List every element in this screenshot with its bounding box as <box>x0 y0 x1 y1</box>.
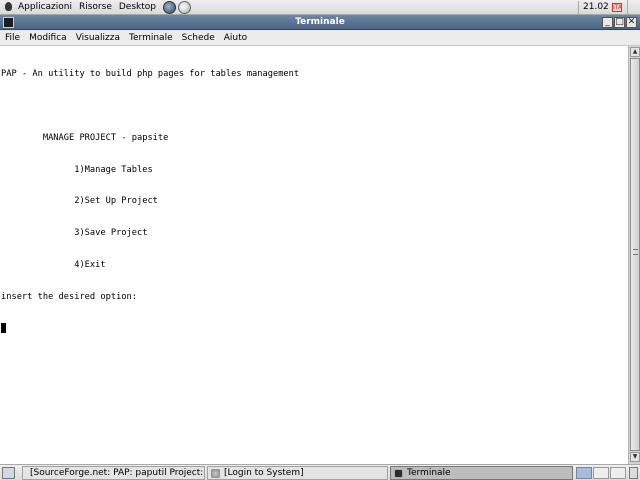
mail-launcher-icon[interactable] <box>178 0 191 14</box>
menu-visualizza[interactable]: Visualizza <box>76 31 120 46</box>
task-label: [Login to System] <box>224 468 304 478</box>
terminal-output[interactable]: PAP - An utility to build php pages for … <box>0 46 628 464</box>
taskbar-item-sourceforge[interactable]: [SourceForge.net: PAP: paputil Project:.… <box>22 466 205 480</box>
clock[interactable]: 21.02 <box>583 0 609 15</box>
scroll-up-icon[interactable]: ▲ <box>630 47 640 57</box>
show-desktop-icon[interactable] <box>2 467 15 479</box>
menu-aiuto[interactable]: Aiuto <box>224 31 247 46</box>
terminal-line: insert the desired option: <box>1 291 137 302</box>
minimize-button[interactable]: _ <box>602 17 613 28</box>
gnome-foot-icon[interactable] <box>3 1 15 13</box>
taskbar-item-login[interactable]: [Login to System] <box>207 466 388 480</box>
scroll-down-icon[interactable]: ▼ <box>630 452 640 462</box>
terminal-line: MANAGE PROJECT - papsite <box>1 132 169 143</box>
task-label: [SourceForge.net: PAP: paputil Project:.… <box>30 468 205 478</box>
panel-handle <box>627 0 640 15</box>
maximize-button[interactable]: □ <box>614 17 625 28</box>
taskbar-item-terminale[interactable]: Terminale <box>390 466 573 480</box>
menu-applicazioni[interactable]: Applicazioni <box>18 0 72 15</box>
browser-launcher-icon[interactable] <box>163 0 176 14</box>
menu-file[interactable]: File <box>5 31 20 46</box>
menu-modifica[interactable]: Modifica <box>29 31 67 46</box>
menu-schede[interactable]: Schede <box>182 31 215 46</box>
terminal-line: 2)Set Up Project <box>1 196 158 207</box>
trash-icon[interactable] <box>629 467 638 479</box>
terminal-scrollbar[interactable]: ▲ ▼ <box>628 46 640 464</box>
window-titlebar[interactable]: Terminale _ □ ✕ <box>0 15 640 30</box>
workspace-switcher-1[interactable] <box>576 467 592 479</box>
terminal-line: 4)Exit <box>1 259 106 270</box>
top-panel: Applicazioni Risorse Desktop 21.02 ITA <box>0 0 640 15</box>
terminal-icon <box>394 468 403 478</box>
terminal-menubar: File Modifica Visualizza Terminale Sched… <box>0 31 640 46</box>
keyboard-layout-icon[interactable]: ITA <box>612 3 622 12</box>
scrollbar-grip <box>633 249 638 255</box>
terminal-text: PAP - An utility to build php pages for … <box>1 48 299 355</box>
task-label: Terminale <box>407 468 451 478</box>
window-title: Terminale <box>295 17 345 27</box>
terminal-line: 3)Save Project <box>1 228 148 239</box>
close-button[interactable]: ✕ <box>626 17 637 28</box>
terminal-prompt-line[interactable] <box>1 323 299 334</box>
panel-separator <box>578 1 579 14</box>
text-cursor <box>1 323 6 334</box>
terminal-line: 1)Manage Tables <box>1 164 153 175</box>
browser-icon <box>211 468 220 478</box>
menu-desktop[interactable]: Desktop <box>119 0 156 15</box>
workspace-switcher-2[interactable] <box>593 467 609 479</box>
workspace-switcher-3[interactable] <box>610 467 626 479</box>
menu-terminale[interactable]: Terminale <box>129 31 173 46</box>
bottom-panel: [SourceForge.net: PAP: paputil Project:.… <box>0 464 640 480</box>
menu-risorse[interactable]: Risorse <box>79 0 112 15</box>
terminal-line: PAP - An utility to build php pages for … <box>1 69 300 80</box>
scrollbar-thumb[interactable] <box>630 58 640 451</box>
